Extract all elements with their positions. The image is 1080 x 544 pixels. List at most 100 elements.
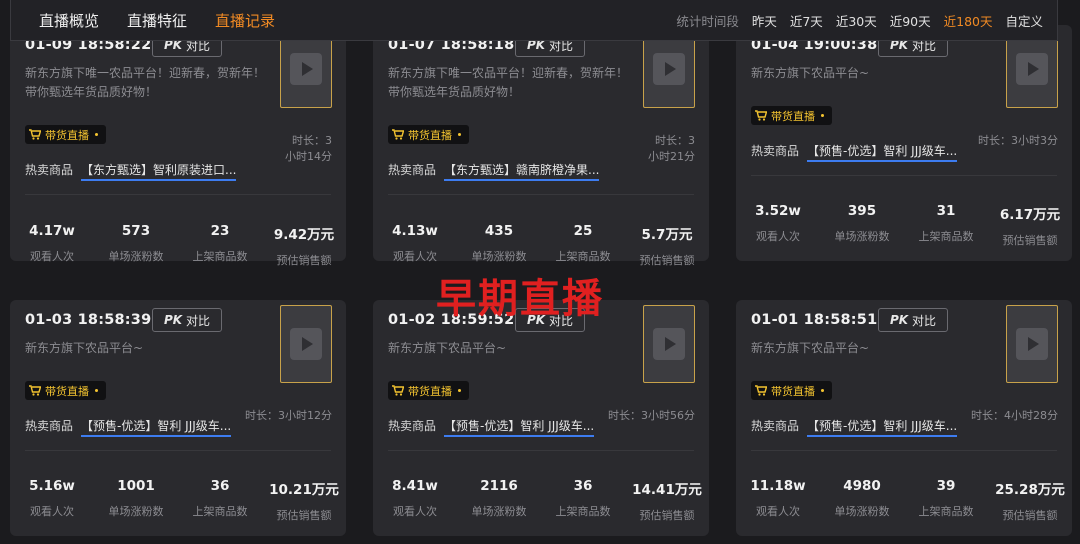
range-yesterday[interactable]: 昨天 xyxy=(752,11,777,30)
stat-value: 5.16w xyxy=(29,478,75,494)
stat-value: 3.52w xyxy=(755,203,801,219)
live-record-card[interactable]: 01-02 18:59:52 PK 对比 新东方旗下农品平台~ 带货直播 热卖商… xyxy=(373,300,709,536)
hot-product-link[interactable]: 【东方甄选】赣南脐橙净果... xyxy=(444,161,600,181)
time-range-selector: 统计时间段 昨天 近7天 近30天 近90天 近180天 自定义 xyxy=(676,11,1043,30)
range-180d[interactable]: 近180天 xyxy=(944,11,993,30)
stat-cell: 25 上架商品数 xyxy=(541,223,625,268)
stats-row: 4.17w 观看人次 573 单场涨粉数 23 上架商品数 9.42万元 预估销… xyxy=(10,223,346,268)
live-record-card[interactable]: 01-07 18:58:18 PK 对比 新东方旗下唯一农品平台！迎新春，贺新年… xyxy=(373,25,709,267)
time-range-label: 统计时间段 xyxy=(676,13,739,29)
live-cover-thumbnail[interactable] xyxy=(280,305,332,383)
stat-label: 观看人次 xyxy=(393,250,437,263)
selling-live-badge: 带货直播 xyxy=(25,381,106,400)
stat-label: 观看人次 xyxy=(756,230,800,243)
stat-value: 5.7万元 xyxy=(641,227,693,243)
badge-dot xyxy=(95,389,98,392)
stat-cell: 8.41w 观看人次 xyxy=(373,478,457,523)
badge-dot xyxy=(95,133,98,136)
card-divider xyxy=(25,194,331,195)
tab-records[interactable]: 直播记录 xyxy=(215,10,275,31)
stat-cell: 1001 单场涨粉数 xyxy=(94,478,178,523)
stat-cell: 573 单场涨粉数 xyxy=(94,223,178,268)
stat-label: 上架商品数 xyxy=(555,250,611,263)
cart-icon xyxy=(755,385,767,396)
hot-product-link[interactable]: 【预售-优选】智利 JJJ级车... xyxy=(807,142,958,162)
hot-product-link[interactable]: 【预售-优选】智利 JJJ级车... xyxy=(81,417,232,437)
stat-cell: 36 上架商品数 xyxy=(541,478,625,523)
range-custom[interactable]: 自定义 xyxy=(1005,11,1043,30)
live-record-card[interactable]: 01-03 18:58:39 PK 对比 新东方旗下农品平台~ 带货直播 热卖商… xyxy=(10,300,346,536)
hot-product-row: 热卖商品 【预售-优选】智利 JJJ级车... xyxy=(25,417,232,437)
tab-overview[interactable]: 直播概览 xyxy=(39,10,99,31)
selling-live-badge: 带货直播 xyxy=(25,125,106,144)
live-record-card[interactable]: 01-01 18:58:51 PK 对比 新东方旗下农品平台~ 带货直播 热卖商… xyxy=(736,300,1072,536)
tab-features[interactable]: 直播特征 xyxy=(127,10,187,31)
live-cover-thumbnail[interactable] xyxy=(280,30,332,108)
stat-cell: 435 单场涨粉数 xyxy=(457,223,541,268)
cart-icon xyxy=(392,129,404,140)
stat-label: 预估销售额 xyxy=(639,254,695,267)
selling-live-label: 带货直播 xyxy=(408,128,452,142)
stats-row: 8.41w 观看人次 2116 单场涨粉数 36 上架商品数 14.41万元 预… xyxy=(373,478,709,523)
stat-label: 上架商品数 xyxy=(192,250,248,263)
stat-cell: 5.16w 观看人次 xyxy=(10,478,94,523)
live-record-card[interactable]: 01-04 19:00:38 PK 对比 新东方旗下农品平台~ 带货直播 热卖商… xyxy=(736,25,1072,261)
range-7d[interactable]: 近7天 xyxy=(790,11,823,30)
stat-cell: 395 单场涨粉数 xyxy=(820,203,904,248)
stat-cell: 36 上架商品数 xyxy=(178,478,262,523)
selling-live-label: 带货直播 xyxy=(45,128,89,142)
hot-product-label: 热卖商品 xyxy=(751,144,800,158)
stat-cell: 23 上架商品数 xyxy=(178,223,262,268)
hot-product-row: 热卖商品 【预售-优选】智利 JJJ级车... xyxy=(751,142,958,162)
live-cover-thumbnail[interactable] xyxy=(643,30,695,108)
stat-value: 4.13w xyxy=(392,223,438,239)
stat-label: 单场涨粉数 xyxy=(471,250,527,263)
selling-live-label: 带货直播 xyxy=(45,384,89,398)
stat-label: 观看人次 xyxy=(30,250,74,263)
live-start-time: 01-01 18:58:51 xyxy=(751,312,878,328)
pk-compare-label: 对比 xyxy=(912,313,937,328)
hot-product-label: 热卖商品 xyxy=(388,419,437,433)
stat-value: 435 xyxy=(484,223,514,239)
live-description: 新东方旗下唯一农品平台！迎新春，贺新年！带你甄选年货品质好物！ xyxy=(25,66,266,99)
pk-compare-button[interactable]: PK 对比 xyxy=(152,308,222,332)
range-90d[interactable]: 近90天 xyxy=(890,11,931,30)
play-icon xyxy=(290,328,322,360)
live-cover-thumbnail[interactable] xyxy=(1006,30,1058,108)
cart-icon xyxy=(29,129,41,140)
live-cover-thumbnail[interactable] xyxy=(1006,305,1058,383)
hot-product-label: 热卖商品 xyxy=(25,419,74,433)
stat-label: 观看人次 xyxy=(393,505,437,518)
stat-cell: 31 上架商品数 xyxy=(904,203,988,248)
live-cover-thumbnail[interactable] xyxy=(643,305,695,383)
hot-product-label: 热卖商品 xyxy=(388,163,437,177)
pk-icon: PK xyxy=(163,313,183,327)
stat-label: 预估销售额 xyxy=(276,254,332,267)
pk-compare-label: 对比 xyxy=(186,313,211,328)
hot-product-link[interactable]: 【预售-优选】智利 JJJ级车... xyxy=(807,417,958,437)
live-record-card[interactable]: 01-09 18:58:22 PK 对比 新东方旗下唯一农品平台！迎新春，贺新年… xyxy=(10,25,346,267)
badge-dot xyxy=(458,389,461,392)
stat-label: 预估销售额 xyxy=(639,509,695,522)
hot-product-link[interactable]: 【预售-优选】智利 JJJ级车... xyxy=(444,417,595,437)
live-duration: 时长：3小时12分 xyxy=(245,409,332,422)
pk-compare-button[interactable]: PK 对比 xyxy=(878,308,948,332)
stats-row: 4.13w 观看人次 435 单场涨粉数 25 上架商品数 5.7万元 预估销售… xyxy=(373,223,709,268)
stat-value: 25.28万元 xyxy=(995,482,1065,498)
stats-row: 5.16w 观看人次 1001 单场涨粉数 36 上架商品数 10.21万元 预… xyxy=(10,478,346,523)
stat-label: 单场涨粉数 xyxy=(834,505,890,518)
overlay-title: 早期直播 xyxy=(436,276,604,322)
selling-live-label: 带货直播 xyxy=(408,384,452,398)
stat-value: 23 xyxy=(210,223,230,239)
stat-value: 4980 xyxy=(843,478,881,494)
stat-cell: 4.13w 观看人次 xyxy=(373,223,457,268)
hot-product-link[interactable]: 【东方甄选】智利原装进口... xyxy=(81,161,237,181)
live-description: 新东方旗下农品平台~ xyxy=(751,341,870,355)
stat-label: 上架商品数 xyxy=(192,505,248,518)
stat-label: 预估销售额 xyxy=(276,509,332,522)
stat-cell: 2116 单场涨粉数 xyxy=(457,478,541,523)
range-30d[interactable]: 近30天 xyxy=(836,11,877,30)
live-duration: 时长：3小时56分 xyxy=(608,409,695,422)
card-divider xyxy=(388,450,694,451)
stat-cell: 3.52w 观看人次 xyxy=(736,203,820,248)
